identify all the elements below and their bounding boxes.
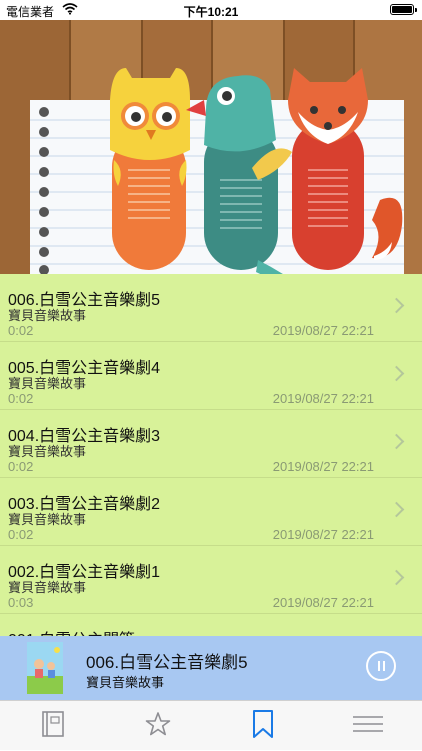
tab-bar [0,700,422,750]
track-row[interactable]: 003.白雪公主音樂劇2 寶貝音樂故事 0:02 2019/08/27 22:2… [0,478,422,546]
track-row[interactable]: 004.白雪公主音樂劇3 寶貝音樂故事 0:02 2019/08/27 22:2… [0,410,422,478]
track-date: 2019/08/27 22:21 [272,595,374,610]
tab-menu[interactable] [315,701,420,751]
pause-button[interactable] [366,651,396,681]
track-date: 2019/08/27 22:21 [272,391,374,406]
track-duration: 0:02 [8,391,34,406]
track-row[interactable]: 005.白雪公主音樂劇4 寶貝音樂故事 0:02 2019/08/27 22:2… [0,342,422,410]
battery-icon [390,4,417,15]
now-playing-bar[interactable]: 006.白雪公主音樂劇5 寶貝音樂故事 [0,636,422,700]
bookmark-icon [251,709,275,744]
chevron-right-icon [388,569,405,586]
track-duration: 0:02 [8,323,34,338]
status-time: 下午10:21 [183,5,239,19]
track-title: 001.白雪公主開篇 [8,626,135,636]
now-playing-album: 寶貝音樂故事 [86,675,165,690]
chevron-right-icon [388,433,405,450]
track-row[interactable]: 002.白雪公主音樂劇1 寶貝音樂故事 0:03 2019/08/27 22:2… [0,546,422,614]
now-playing-title: 006.白雪公主音樂劇5 [86,653,248,672]
track-date: 2019/08/27 22:21 [272,323,374,338]
track-row[interactable]: 001.白雪公主開篇 [0,614,422,636]
track-duration: 0:02 [8,459,34,474]
track-album: 寶貝音樂故事 [8,444,87,459]
tab-bookmarks[interactable] [210,701,315,751]
track-list: 006.白雪公主音樂劇5 寶貝音樂故事 0:02 2019/08/27 22:2… [0,274,422,636]
track-album: 寶貝音樂故事 [8,376,87,391]
track-album: 寶貝音樂故事 [8,512,87,527]
star-icon [144,710,172,743]
book-icon [40,710,66,743]
menu-icon [352,714,384,739]
track-album: 寶貝音樂故事 [8,580,87,595]
header-illustration [0,20,422,274]
chevron-right-icon [388,297,405,314]
tab-book[interactable] [0,701,105,751]
track-duration: 0:02 [8,527,34,542]
chevron-right-icon [388,365,405,382]
track-row[interactable]: 006.白雪公主音樂劇5 寶貝音樂故事 0:02 2019/08/27 22:2… [0,274,422,342]
track-date: 2019/08/27 22:21 [272,459,374,474]
status-bar: 電信業者 下午10:21 [0,0,422,20]
chevron-right-icon [388,501,405,518]
track-album: 寶貝音樂故事 [8,308,87,323]
album-cover [27,642,63,694]
track-duration: 0:03 [8,595,34,610]
track-date: 2019/08/27 22:21 [272,527,374,542]
tab-favorites[interactable] [105,701,210,751]
